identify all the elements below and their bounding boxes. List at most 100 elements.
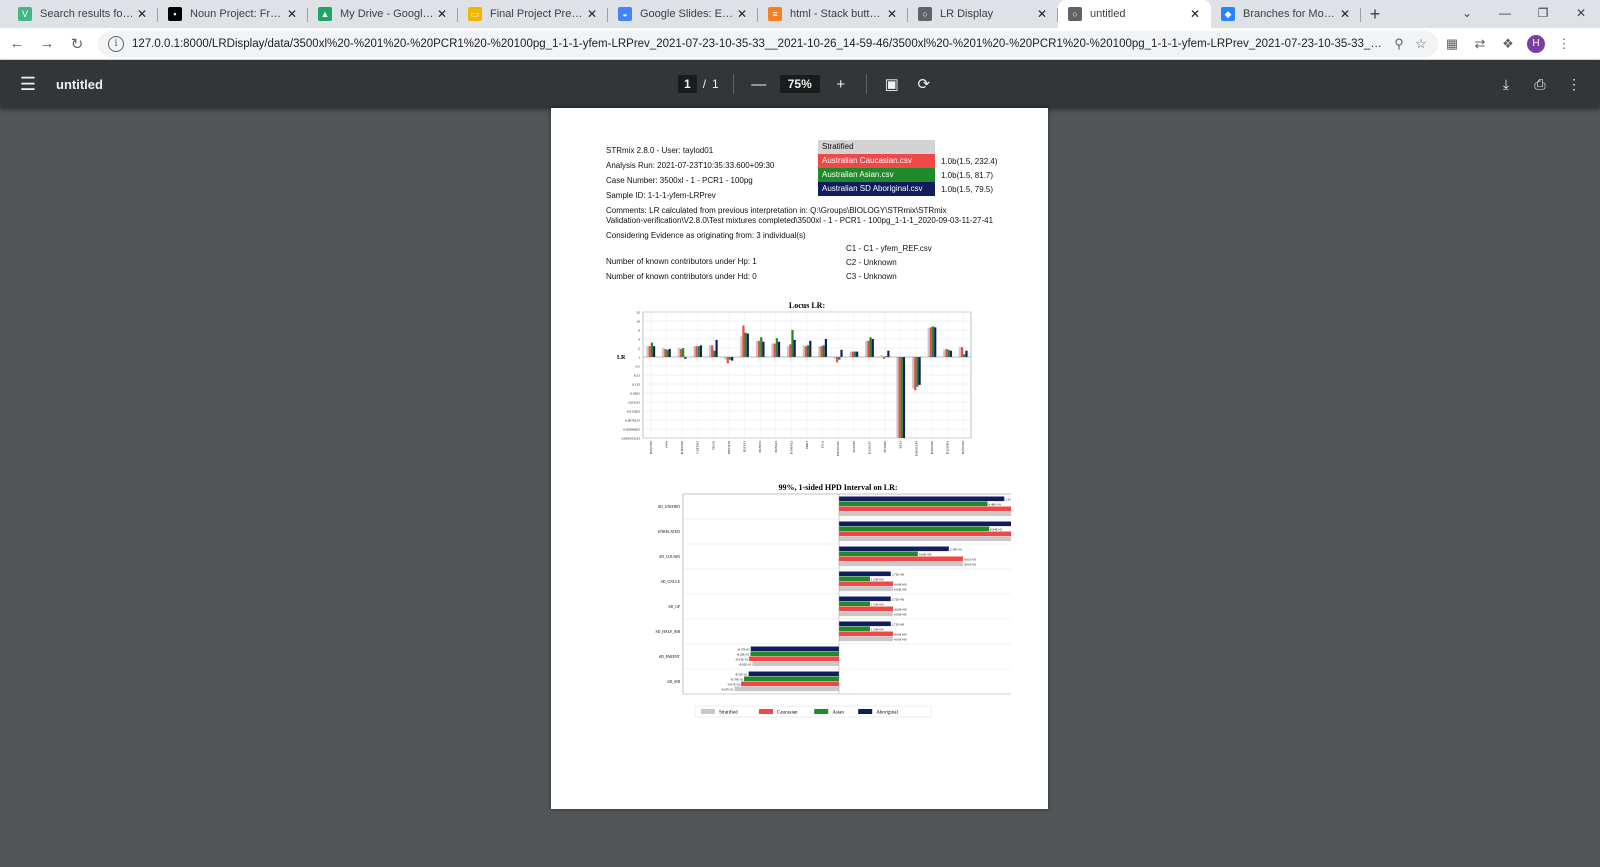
browser-menu-icon[interactable]: ⋮ <box>1550 31 1578 57</box>
bar <box>734 686 839 692</box>
bar <box>839 546 949 552</box>
bar <box>744 332 747 357</box>
tab-close-icon[interactable]: ✕ <box>1187 7 1203 21</box>
tab-close-icon[interactable]: ✕ <box>134 7 150 21</box>
x-tick-label: D5S818 <box>852 441 856 453</box>
stratified-row-label: Australian Asian.csv <box>818 168 935 182</box>
profile-button[interactable]: H <box>1522 31 1550 57</box>
bar <box>662 348 665 357</box>
locus-lr-chart: Locus LR: 32 16 8 4 2 1 0.5 0.25 0.125 0.0625 0.031… <box>617 301 972 456</box>
report-comments-line1: Comments: LR calculated from previous in… <box>606 206 947 215</box>
bar <box>822 345 825 357</box>
y-tick-label: SD_SIB <box>667 680 680 684</box>
rotate-icon[interactable]: ⟳ <box>913 75 935 93</box>
extension-icon[interactable]: ▦ <box>1438 31 1466 57</box>
browser-tab[interactable]: ◒ Google Slides: Editing✕ <box>608 0 758 28</box>
bar <box>757 340 761 357</box>
bar <box>807 345 810 357</box>
address-bar[interactable]: i 127.0.0.1:8000/LRDisplay/data/3500xl%2… <box>98 30 1438 57</box>
page-number-input[interactable]: 1 <box>678 75 697 93</box>
browser-tab[interactable]: ○ LR Display ✕ <box>908 0 1058 28</box>
bar <box>740 336 743 357</box>
browser-tab[interactable]: V Search results for Dna✕ <box>8 0 158 28</box>
bar <box>839 551 918 557</box>
divider <box>732 74 734 94</box>
url-text[interactable]: 127.0.0.1:8000/LRDisplay/data/3500xl%20-… <box>132 38 1388 50</box>
bar <box>715 339 718 357</box>
chart-title: Locus LR: <box>789 301 825 310</box>
bar <box>697 346 700 357</box>
tab-close-icon[interactable]: ✕ <box>734 7 750 21</box>
more-actions-icon[interactable]: ⋮ <box>1562 76 1586 93</box>
bar <box>724 357 727 360</box>
bar <box>664 348 667 357</box>
bar <box>839 601 870 607</box>
bar <box>804 346 807 357</box>
bar <box>695 346 698 357</box>
browser-tab[interactable]: ▲ My Drive - Google Dri✕ <box>308 0 458 28</box>
forward-button[interactable]: → <box>34 31 60 57</box>
bar <box>748 671 839 677</box>
y-tick-label: 0.015625 <box>627 410 640 414</box>
browser-tab[interactable]: ◆ Branches for Modular✕ <box>1211 0 1361 28</box>
tab-close-icon[interactable]: ✕ <box>1034 7 1050 21</box>
y-tick-label: 0.25 <box>634 374 640 378</box>
tab-close-icon[interactable]: ✕ <box>284 7 300 21</box>
bar <box>666 349 669 357</box>
contributor-3: C3 - Unknown <box>846 272 897 281</box>
tab-title: Branches for Modular <box>1243 8 1337 20</box>
menu-icon[interactable]: ☰ <box>0 74 56 95</box>
stratified-row: Australian Asian.csv 1.0b(1.5, 81.7) <box>818 168 997 182</box>
download-icon[interactable]: ⤓ <box>1494 76 1518 93</box>
fit-page-icon[interactable]: ▣ <box>881 75 903 93</box>
zoom-icon[interactable]: ⚲ <box>1388 36 1410 52</box>
data-label: 1.53E+00 <box>871 628 884 632</box>
minimize-button[interactable]: — <box>1486 0 1524 28</box>
print-icon[interactable]: ⎙ <box>1528 76 1552 93</box>
close-window-button[interactable]: ✕ <box>1562 0 1600 28</box>
tab-close-icon[interactable]: ✕ <box>434 7 450 21</box>
bar <box>793 339 796 357</box>
bar <box>679 348 683 357</box>
new-tab-button[interactable]: + <box>1361 0 1389 28</box>
back-button[interactable]: ← <box>4 31 30 57</box>
bar <box>750 646 839 652</box>
stratified-row-value: 1.0b(1.5, 79.5) <box>941 184 994 194</box>
zoom-level-input[interactable]: 75% <box>779 75 820 93</box>
browser-tab[interactable]: ▪ Noun Project: Free Ico✕ <box>158 0 308 28</box>
bar <box>949 350 952 357</box>
restore-button[interactable]: ❐ <box>1524 0 1562 28</box>
y-tick-label: 16 <box>637 320 641 324</box>
bar <box>752 661 839 667</box>
tab-close-icon[interactable]: ✕ <box>1337 7 1353 21</box>
y-tick-label: 0.03125 <box>629 401 641 405</box>
bar <box>943 349 946 357</box>
y-tick-label: 0.00390625 <box>623 428 640 432</box>
bar <box>839 586 893 592</box>
browser-tab[interactable]: ○ untitled ✕ <box>1058 0 1211 28</box>
browser-tab[interactable]: ≡ html - Stack buttons v✕ <box>758 0 908 28</box>
zoom-out-button[interactable]: — <box>748 76 770 93</box>
tab-close-icon[interactable]: ✕ <box>584 7 600 21</box>
extensions-puzzle-icon[interactable]: ❖ <box>1494 31 1522 57</box>
bar <box>682 348 685 357</box>
y-tick-label: 0.125 <box>632 383 640 387</box>
reload-button[interactable]: ↻ <box>64 31 90 57</box>
tab-close-icon[interactable]: ✕ <box>884 7 900 21</box>
page-total: 1 <box>712 77 719 91</box>
translate-icon[interactable]: ⇄ <box>1466 31 1494 57</box>
data-label: 4.01E+01 <box>964 563 977 567</box>
site-info-icon[interactable]: i <box>108 35 124 52</box>
bar <box>839 606 894 612</box>
browser-tab[interactable]: ▭ Final Project Presentat✕ <box>458 0 608 28</box>
tab-search-icon[interactable]: ⌄ <box>1448 0 1486 28</box>
window-controls: ⌄ — ❐ ✕ <box>1448 0 1600 28</box>
bar <box>856 351 859 357</box>
avatar[interactable]: H <box>1527 34 1545 53</box>
tab-title: Google Slides: Editing <box>640 8 734 20</box>
tab-title: html - Stack buttons v <box>790 8 884 20</box>
zoom-in-button[interactable]: + <box>830 76 852 93</box>
bookmark-star-icon[interactable]: ☆ <box>1410 36 1432 52</box>
x-tick-label: D1S1656 <box>930 441 934 454</box>
pdf-toolbar: ☰ untitled 1 / 1 — 75% + ▣ ⟳ ⤓ ⎙ ⋮ <box>0 60 1600 108</box>
